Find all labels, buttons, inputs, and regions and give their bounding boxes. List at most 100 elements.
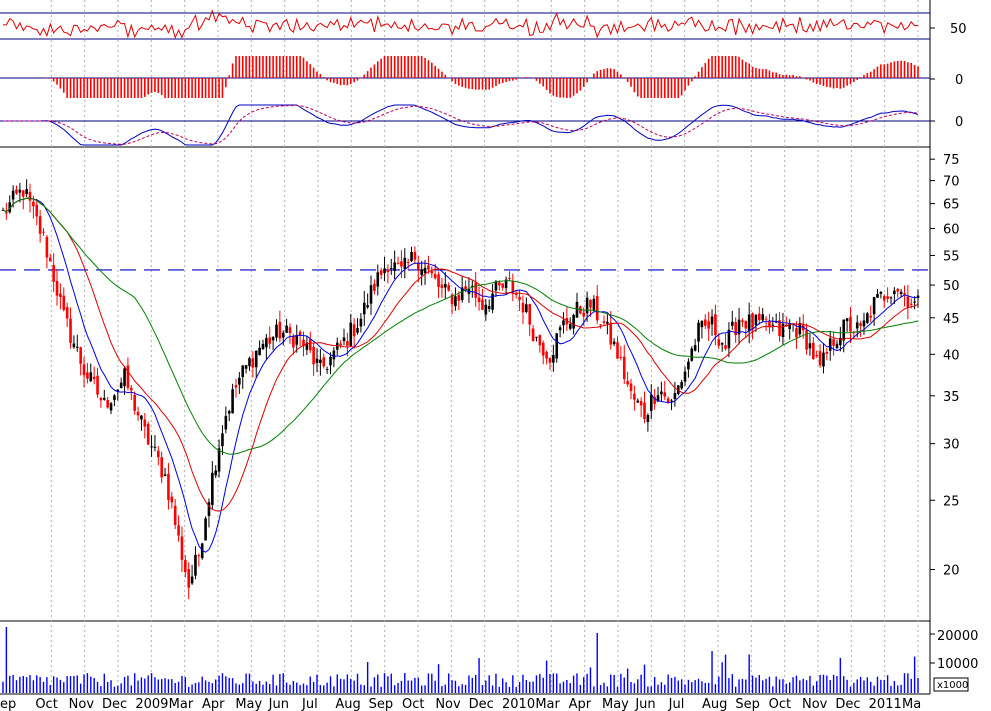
candle-body (5, 212, 8, 214)
candle-body (531, 328, 535, 341)
candle-body (481, 299, 484, 310)
candle-body (535, 336, 538, 338)
candle-body (396, 262, 400, 264)
candle-body (876, 294, 879, 298)
candle-body (258, 347, 261, 356)
candle-body (319, 359, 322, 364)
x-axis-label: Mar (169, 697, 194, 711)
candle-body (275, 324, 278, 338)
candle-body (21, 190, 25, 197)
candle-body (430, 271, 434, 274)
price-panel (0, 179, 930, 600)
candle-body (157, 450, 160, 458)
candle-body (386, 269, 390, 273)
price-tick-label: 25 (943, 494, 960, 509)
candle-body (173, 505, 177, 525)
x-axis-label: Aug (702, 697, 727, 711)
candle-body (592, 298, 596, 311)
rsi-panel (0, 9, 935, 40)
candle-body (42, 231, 45, 233)
candle-body (339, 343, 342, 346)
candle-body (845, 318, 849, 322)
candle-body (457, 294, 461, 301)
candle-body (197, 555, 201, 557)
candle-body (498, 282, 501, 286)
candle-body (639, 400, 643, 406)
candle-body (487, 306, 491, 309)
price-tick-label: 45 (943, 312, 960, 327)
candle-body (764, 318, 768, 320)
x-axis-label: Sep (735, 697, 760, 711)
candle-body (781, 323, 785, 337)
candle-body (221, 433, 224, 447)
candle-body (278, 321, 282, 339)
candle-body (687, 361, 690, 370)
x-axis-label: Dec (469, 697, 494, 711)
candle-body (420, 269, 423, 275)
x-axis: ep Oct Nov Dec 2009 Mar Apr May Jun Jul Aug Sep Oct N… (0, 693, 930, 711)
candle-body (38, 216, 42, 234)
candle-body (346, 341, 349, 346)
candle-body (585, 297, 589, 314)
candle-body (724, 345, 727, 349)
candle-body (670, 400, 673, 402)
candle-body (109, 403, 113, 411)
candle-body (693, 345, 697, 351)
candle-body (525, 304, 528, 312)
candle-body (552, 354, 555, 363)
candle-body (616, 342, 619, 359)
candle-body (606, 321, 609, 324)
price-tick-label: 20 (943, 564, 960, 579)
candle-body (538, 335, 542, 346)
price-tick-label: 40 (943, 348, 960, 363)
candle-body (649, 394, 653, 411)
candle-body (558, 327, 562, 331)
candle-body (79, 347, 82, 364)
candle-body (518, 296, 521, 300)
volume-panel (2, 627, 935, 693)
candle-body (805, 329, 808, 350)
candle-body (700, 320, 704, 328)
candle-body (673, 393, 677, 400)
candle-body (366, 305, 369, 308)
candle-body (241, 365, 245, 377)
candle-body (254, 350, 258, 368)
candle-body (45, 236, 49, 258)
candle-body (744, 320, 748, 329)
x-axis-label: Oct (35, 697, 57, 711)
x-axis-label: 2010 (502, 697, 535, 711)
candle-body (575, 301, 579, 318)
candle-body (612, 341, 616, 345)
x-axis-label: May (602, 697, 629, 711)
candle-body (484, 304, 488, 315)
price-tick-label: 70 (943, 175, 960, 190)
candle-body (244, 365, 248, 369)
candle-body (329, 356, 332, 366)
candle-body (741, 320, 744, 323)
candle-body (72, 343, 76, 348)
candle-body (629, 383, 633, 391)
x-axis-label: Nov (69, 697, 95, 711)
candle-body (92, 376, 96, 380)
candle-body (754, 315, 758, 326)
candle-body (599, 324, 602, 326)
candle-body (62, 295, 66, 310)
x-axis-label: Ma (902, 697, 921, 711)
candle-body (548, 357, 552, 363)
candle-body (194, 554, 197, 576)
candle-body (130, 387, 133, 391)
candle-body (427, 265, 430, 270)
candle-body (376, 272, 380, 287)
candle-body (285, 325, 288, 333)
candle-body (832, 338, 835, 346)
candle-body (211, 472, 214, 505)
candle-body (89, 372, 93, 382)
candle-body (896, 288, 900, 292)
candle-body (602, 321, 606, 323)
candle-body (545, 351, 548, 359)
candle-body (710, 316, 714, 325)
candle-body (913, 301, 916, 303)
candle-body (312, 346, 315, 365)
x-axis-label: Jun (634, 697, 655, 711)
rsi-line (2, 9, 919, 40)
